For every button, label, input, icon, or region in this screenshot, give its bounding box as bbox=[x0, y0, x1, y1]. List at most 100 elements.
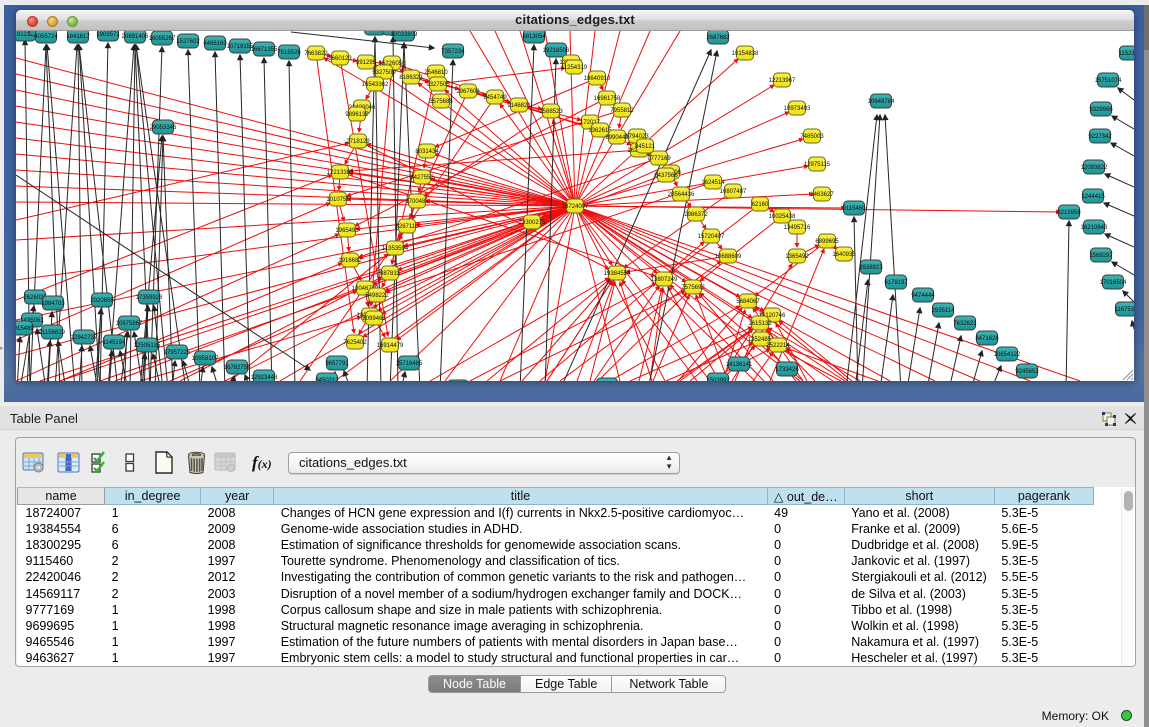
svg-text:12213383: 12213383 bbox=[327, 170, 354, 176]
svg-text:17957225: 17957225 bbox=[164, 350, 191, 356]
svg-text:7663822: 7663822 bbox=[304, 51, 328, 57]
svg-text:16055267: 16055267 bbox=[149, 36, 176, 42]
svg-text:20691406: 20691406 bbox=[122, 34, 149, 40]
svg-text:7625402: 7625402 bbox=[343, 340, 367, 346]
svg-text:10025438: 10025438 bbox=[769, 214, 796, 220]
svg-text:9777169: 9777169 bbox=[647, 156, 671, 162]
svg-text:11254319: 11254319 bbox=[561, 65, 588, 71]
svg-text:12213967: 12213967 bbox=[769, 78, 796, 84]
svg-text:12093822: 12093822 bbox=[1081, 165, 1108, 171]
svg-text:16914479: 16914479 bbox=[377, 343, 404, 349]
svg-text:1700481: 1700481 bbox=[405, 199, 429, 205]
svg-text:10958107: 10958107 bbox=[192, 356, 219, 362]
svg-text:6899695: 6899695 bbox=[815, 239, 839, 245]
svg-text:1916682: 1916682 bbox=[338, 258, 362, 264]
svg-text:8427552: 8427552 bbox=[410, 175, 434, 181]
svg-text:10033809: 10033809 bbox=[391, 32, 418, 38]
svg-text:1841617: 1841617 bbox=[66, 34, 90, 40]
svg-text:887833: 887833 bbox=[380, 271, 401, 277]
svg-text:845121: 845121 bbox=[635, 144, 656, 150]
svg-text:12505135: 12505135 bbox=[134, 343, 161, 349]
svg-text:7515526: 7515526 bbox=[277, 50, 301, 56]
svg-text:3915489: 3915489 bbox=[16, 326, 34, 332]
svg-text:1365492: 1365492 bbox=[785, 254, 809, 260]
svg-text:2522214: 2522214 bbox=[766, 343, 790, 349]
svg-text:1965493: 1965493 bbox=[335, 228, 359, 234]
svg-text:9245652: 9245652 bbox=[1015, 369, 1039, 375]
svg-text:5498222: 5498222 bbox=[365, 293, 389, 299]
svg-text:12975115: 12975115 bbox=[804, 162, 831, 168]
svg-text:9474444: 9474444 bbox=[911, 293, 935, 299]
svg-text:891295: 891295 bbox=[356, 60, 377, 66]
svg-text:2687682: 2687682 bbox=[706, 35, 730, 41]
svg-text:1167534: 1167534 bbox=[1115, 307, 1134, 313]
svg-text:9450212: 9450212 bbox=[315, 378, 339, 381]
svg-text:9327509: 9327509 bbox=[372, 70, 396, 76]
svg-text:11156829: 11156829 bbox=[39, 330, 65, 336]
svg-text:1733426: 1733426 bbox=[775, 367, 799, 373]
svg-text:2020656: 2020656 bbox=[90, 298, 114, 304]
svg-text:3267110: 3267110 bbox=[396, 224, 420, 230]
svg-text:7357234: 7357234 bbox=[441, 49, 465, 55]
svg-text:19384554: 19384554 bbox=[604, 271, 631, 277]
svg-text:1624514: 1624514 bbox=[701, 180, 725, 186]
svg-text:1903571: 1903571 bbox=[96, 32, 120, 38]
svg-text:1244415: 1244415 bbox=[1081, 194, 1105, 200]
svg-text:1640935: 1640935 bbox=[832, 252, 856, 258]
svg-text:10973493: 10973493 bbox=[784, 106, 811, 112]
svg-text:2967608: 2967608 bbox=[456, 89, 480, 95]
svg-text:8660123: 8660123 bbox=[328, 56, 352, 62]
svg-text:20564436: 20564436 bbox=[668, 192, 695, 198]
svg-text:15716485: 15716485 bbox=[396, 361, 423, 367]
svg-text:12942737: 12942737 bbox=[71, 335, 98, 341]
svg-text:4055724: 4055724 bbox=[34, 34, 58, 40]
svg-text:1145194: 1145194 bbox=[103, 340, 127, 346]
svg-text:8186323: 8186323 bbox=[399, 75, 423, 81]
svg-text:1152301: 1152301 bbox=[1119, 51, 1134, 57]
svg-text:9146821: 9146821 bbox=[507, 103, 531, 109]
svg-text:9115460: 9115460 bbox=[843, 206, 867, 212]
svg-text:7485003: 7485003 bbox=[800, 134, 824, 140]
svg-text:10154838: 10154838 bbox=[732, 51, 759, 57]
svg-text:1503992: 1503992 bbox=[706, 378, 730, 381]
svg-text:8813054: 8813054 bbox=[522, 34, 546, 40]
svg-text:3575685: 3575685 bbox=[429, 99, 453, 105]
svg-text:13807249: 13807249 bbox=[651, 277, 678, 283]
svg-text:6179197: 6179197 bbox=[884, 280, 908, 286]
svg-text:13495716: 13495716 bbox=[784, 225, 811, 231]
svg-text:15751074: 15751074 bbox=[1095, 78, 1122, 84]
svg-text:9896132: 9896132 bbox=[345, 112, 369, 118]
svg-text:19218506: 19218506 bbox=[543, 48, 570, 54]
svg-text:16961758: 16961758 bbox=[594, 96, 621, 102]
svg-text:62160: 62160 bbox=[752, 202, 769, 208]
svg-text:10975867: 10975867 bbox=[116, 321, 143, 327]
svg-text:1527602: 1527602 bbox=[176, 39, 200, 45]
svg-text:9329966: 9329966 bbox=[1089, 107, 1113, 113]
svg-text:1588523: 1588523 bbox=[539, 109, 563, 115]
svg-text:15720407: 15720407 bbox=[698, 234, 725, 240]
svg-text:2546810: 2546810 bbox=[424, 70, 448, 76]
svg-text:2986372: 2986372 bbox=[684, 212, 708, 218]
svg-text:8031434: 8031434 bbox=[415, 149, 439, 155]
svg-text:7955812: 7955812 bbox=[610, 108, 634, 114]
svg-text:16782759: 16782759 bbox=[224, 365, 251, 371]
svg-text:16543362: 16543362 bbox=[362, 82, 389, 88]
svg-text:16210643: 16210643 bbox=[1081, 225, 1108, 231]
svg-text:8938923: 8938923 bbox=[859, 265, 883, 271]
svg-text:5684067: 5684067 bbox=[736, 299, 760, 305]
svg-text:16671355: 16671355 bbox=[251, 47, 278, 53]
svg-text:1984703: 1984703 bbox=[41, 301, 65, 307]
svg-text:17016504: 17016504 bbox=[1100, 280, 1127, 286]
svg-text:12923448: 12923448 bbox=[251, 375, 278, 381]
svg-text:8099468: 8099468 bbox=[362, 316, 386, 322]
svg-text:1615132: 1615132 bbox=[748, 321, 772, 327]
svg-text:18724007: 18724007 bbox=[562, 204, 589, 210]
svg-text:8454749: 8454749 bbox=[483, 95, 507, 101]
svg-text:10688609: 10688609 bbox=[715, 254, 742, 260]
svg-text:6437568: 6437568 bbox=[654, 173, 678, 179]
svg-text:2718129: 2718129 bbox=[346, 139, 370, 145]
svg-text:10648784: 10648784 bbox=[868, 99, 895, 105]
svg-text:18640910: 18640910 bbox=[584, 76, 611, 82]
svg-text:7575692: 7575692 bbox=[681, 285, 705, 291]
svg-text:9227342: 9227342 bbox=[1088, 134, 1112, 140]
